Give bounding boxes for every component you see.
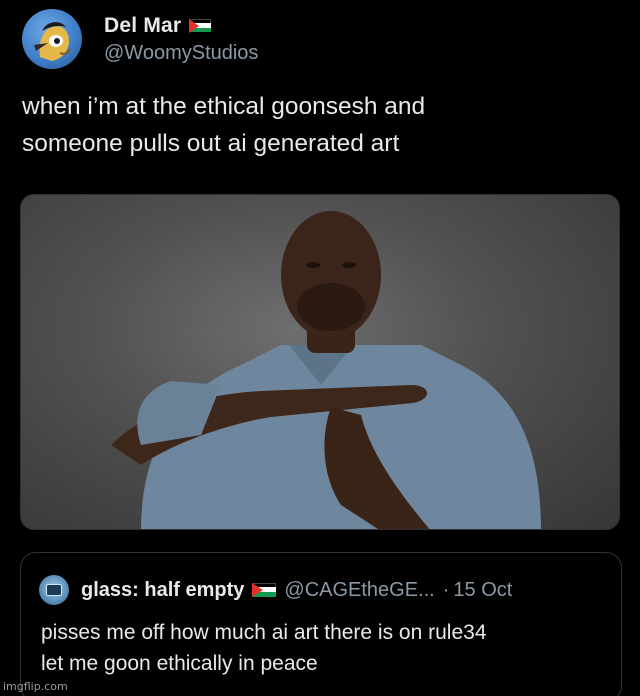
palestine-flag-icon [189,18,212,33]
meta-separator: · [442,578,450,601]
quoted-author-handle[interactable]: @CAGEtheGE... [284,579,434,602]
monitor-icon [46,584,62,596]
cartoon-avatar-icon [34,22,71,61]
quoted-author-display-name[interactable]: glass: half empty [81,579,244,602]
quoted-tweet[interactable]: glass: half empty @CAGEtheGE... · 15 Oct… [20,552,622,696]
quoted-tweet-date[interactable]: 15 Oct [453,579,512,602]
tweet-header: Del Mar @WoomyStudios [22,4,258,74]
imgflip-watermark: imgflip.com [3,680,68,693]
author-names: Del Mar @WoomyStudios [104,14,258,65]
author-display-name[interactable]: Del Mar [104,14,181,38]
palestine-flag-icon [252,582,277,598]
photo-man-timeout-gesture [111,211,541,529]
author-name-row: Del Mar [104,14,258,38]
tweet: Del Mar @WoomyStudios when i’m at the et… [0,0,640,696]
tweet-media-image[interactable] [20,194,620,530]
quoted-tweet-text: pisses me off how much ai art there is o… [41,621,487,675]
author-handle[interactable]: @WoomyStudios [104,42,258,65]
tweet-text: when i’m at the ethical goonsesh and som… [22,93,426,157]
quoted-author-avatar[interactable] [39,575,69,605]
quoted-tweet-header: glass: half empty @CAGEtheGE... · 15 Oct [39,575,512,605]
author-avatar[interactable] [22,9,82,69]
